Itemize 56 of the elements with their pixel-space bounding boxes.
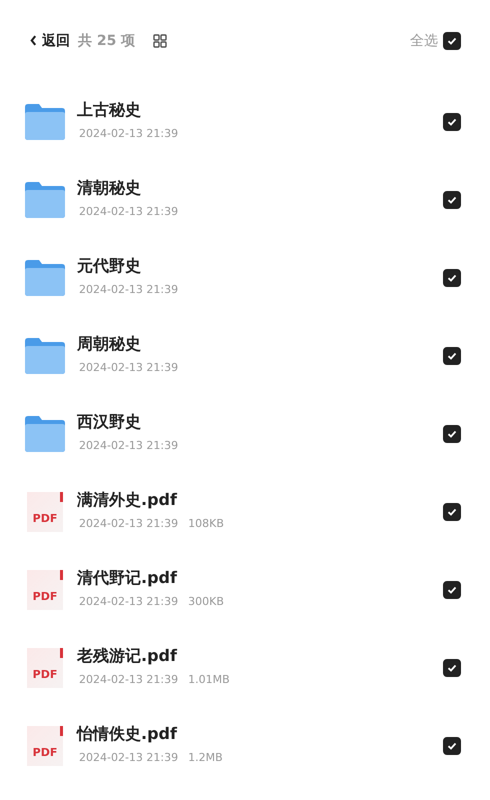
pdf-file-icon: PDF — [27, 648, 63, 688]
file-size: 108KB — [187, 517, 224, 530]
file-name: 清朝秘史 — [77, 178, 142, 199]
file-name: 怡情佚史.pdf — [77, 724, 178, 745]
file-checkbox[interactable] — [443, 581, 461, 599]
check-icon — [447, 36, 457, 46]
pdf-file-icon: PDF — [27, 726, 63, 766]
file-checkbox[interactable] — [443, 737, 461, 755]
file-checkbox[interactable] — [443, 113, 461, 131]
file-checkbox[interactable] — [443, 659, 461, 677]
folder-icon — [25, 104, 65, 140]
chevron-left-icon — [30, 35, 37, 46]
file-size: 1.2MB — [187, 751, 223, 764]
modified-date: 2024-02-13 21:39 — [78, 361, 178, 374]
check-icon — [447, 273, 457, 283]
modified-date: 2024-02-13 21:39 — [78, 673, 178, 686]
file-name: 老残游记.pdf — [77, 646, 178, 667]
folder-icon — [25, 416, 65, 452]
grid-view-icon[interactable] — [153, 34, 168, 48]
file-name: 周朝秘史 — [77, 334, 142, 355]
modified-date: 2024-02-13 21:39 — [78, 283, 178, 296]
modified-date: 2024-02-13 21:39 — [78, 439, 178, 452]
check-icon — [447, 741, 457, 751]
folder-icon — [25, 338, 65, 374]
folder-icon — [25, 260, 65, 296]
modified-date: 2024-02-13 21:39 — [78, 205, 178, 218]
file-checkbox[interactable] — [443, 425, 461, 443]
item-count: 共 25 项 — [78, 32, 136, 50]
file-name: 满清外史.pdf — [77, 490, 178, 511]
file-name: 上古秘史 — [77, 100, 142, 121]
modified-date: 2024-02-13 21:39 — [78, 517, 178, 530]
file-name: 西汉野史 — [77, 412, 142, 433]
file-checkbox[interactable] — [443, 503, 461, 521]
check-icon — [447, 429, 457, 439]
file-name: 元代野史 — [77, 256, 142, 277]
file-checkbox[interactable] — [443, 347, 461, 365]
modified-date: 2024-02-13 21:39 — [78, 751, 178, 764]
pdf-file-icon: PDF — [27, 570, 63, 610]
pdf-file-icon: PDF — [27, 492, 63, 532]
select-all-checkbox[interactable] — [443, 32, 461, 50]
select-all-label: 全选 — [410, 32, 438, 50]
check-icon — [447, 351, 457, 361]
check-icon — [447, 507, 457, 517]
file-checkbox[interactable] — [443, 191, 461, 209]
folder-icon — [25, 182, 65, 218]
check-icon — [447, 585, 457, 595]
file-checkbox[interactable] — [443, 269, 461, 287]
modified-date: 2024-02-13 21:39 — [78, 127, 178, 140]
check-icon — [447, 117, 457, 127]
file-size: 1.01MB — [187, 673, 230, 686]
file-size: 300KB — [187, 595, 224, 608]
check-icon — [447, 663, 457, 673]
file-name: 清代野记.pdf — [77, 568, 178, 589]
check-icon — [447, 195, 457, 205]
back-button[interactable]: 返回 — [25, 32, 70, 50]
modified-date: 2024-02-13 21:39 — [78, 595, 178, 608]
